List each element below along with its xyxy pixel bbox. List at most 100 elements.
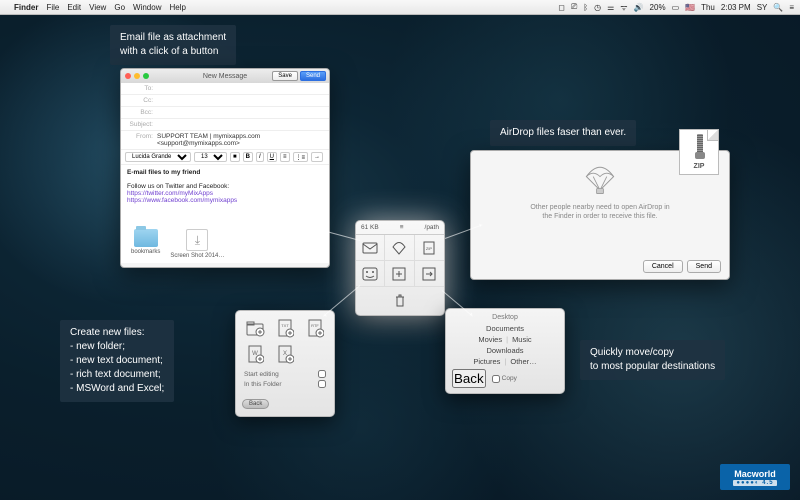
facebook-link[interactable]: https://www.facebook.com/mymixapps: [127, 197, 237, 204]
menu-go[interactable]: Go: [114, 3, 125, 12]
dest-title: Desktop: [452, 314, 558, 321]
new-rtf-icon[interactable]: RTF: [302, 317, 328, 339]
cc-field[interactable]: [157, 97, 325, 104]
document-icon: ⤓: [186, 229, 208, 251]
wifi-icon[interactable]: ⚌: [607, 3, 614, 12]
macworld-badge: Macworld ●●●●◐ 4.5: [720, 464, 790, 490]
menu-window[interactable]: Window: [133, 3, 161, 12]
airdrop-window: ZIP Other people nearby need to open Air…: [470, 150, 730, 280]
format-toolbar: Lucida Grande 13 ■ B I U ≡ ⋮≡ →: [121, 150, 329, 165]
clock-time: 2:03 PM: [721, 3, 751, 12]
finder-action[interactable]: [356, 261, 385, 287]
to-field[interactable]: [157, 85, 325, 92]
spotlight-icon[interactable]: 🔍: [773, 3, 783, 12]
menu-file[interactable]: File: [46, 3, 59, 12]
back-button[interactable]: Back: [452, 369, 486, 388]
cc-label: Cc:: [125, 97, 153, 104]
new-word-icon[interactable]: W: [242, 343, 268, 365]
size-select[interactable]: 13: [194, 152, 227, 162]
airdrop-parachute-icon: [583, 163, 617, 197]
in-folder-checkbox[interactable]: [318, 380, 326, 388]
cancel-button[interactable]: Cancel: [643, 260, 683, 273]
file-size: 61 KB: [361, 224, 379, 231]
font-select[interactable]: Lucida Grande: [125, 152, 191, 162]
email-action[interactable]: [356, 235, 385, 261]
indent-button[interactable]: →: [311, 152, 323, 162]
action-hub-panel: 61 KB ≡ /path ZIP: [355, 220, 445, 316]
italic-button[interactable]: I: [256, 152, 264, 162]
menu-edit[interactable]: Edit: [67, 3, 81, 12]
user-name[interactable]: SY: [757, 3, 768, 12]
new-files-panel: TXT RTF W X Start editing In this Folder…: [235, 310, 335, 417]
badge-name: Macworld: [734, 469, 776, 479]
copy-checkbox[interactable]: [492, 375, 500, 383]
clock-day: Thu: [701, 3, 715, 12]
badge-rating: ●●●●◐ 4.5: [733, 480, 776, 486]
volume-icon[interactable]: 🔊: [634, 3, 644, 12]
clock-icon[interactable]: ◷: [594, 3, 601, 12]
bcc-label: Bcc:: [125, 109, 153, 116]
save-button[interactable]: Save: [272, 71, 298, 81]
mail-body[interactable]: E-mail files to my friend Follow us on T…: [121, 165, 329, 225]
dest-documents[interactable]: Documents: [486, 324, 524, 333]
callout-move: Quickly move/copyto most popular destina…: [580, 340, 725, 380]
color-button[interactable]: ■: [230, 152, 240, 162]
send-button[interactable]: Send: [687, 260, 721, 273]
underline-button[interactable]: U: [267, 152, 277, 162]
battery-icon[interactable]: ▭: [672, 3, 680, 12]
svg-text:TXT: TXT: [281, 323, 289, 328]
file-path: /path: [425, 224, 439, 231]
from-field[interactable]: SUPPORT TEAM | mymixapps.com <support@my…: [157, 133, 325, 147]
body-heading: E-mail files to my friend: [127, 169, 200, 176]
battery-pct: 20%: [650, 3, 666, 12]
svg-text:X: X: [283, 351, 287, 357]
attachment-bookmarks[interactable]: bookmarks: [131, 229, 160, 259]
list-button[interactable]: ⋮≡: [293, 152, 309, 162]
send-button[interactable]: Send: [300, 71, 326, 81]
menu-help[interactable]: Help: [169, 3, 185, 12]
start-editing-label: Start editing: [244, 371, 279, 378]
align-button[interactable]: ≡: [280, 152, 290, 162]
status-icon[interactable]: ⎚: [571, 2, 577, 12]
zip-action[interactable]: ZIP: [415, 235, 444, 261]
move-action[interactable]: [415, 261, 444, 287]
new-folder-icon[interactable]: [242, 317, 268, 339]
bold-button[interactable]: B: [243, 152, 253, 162]
to-label: To:: [125, 85, 153, 92]
body-text: Follow us on Twitter and Facebook:: [127, 183, 229, 190]
flag-icon[interactable]: 🇺🇸: [685, 3, 695, 12]
mail-compose-window: New Message Save Send To: Cc: Bcc: Subje…: [120, 68, 330, 268]
dest-music[interactable]: Music: [512, 335, 532, 344]
folder-icon: [134, 229, 158, 247]
wifi-icon[interactable]: ᯤ: [620, 2, 627, 13]
svg-text:RTF: RTF: [311, 323, 319, 328]
trash-action[interactable]: [386, 290, 414, 312]
menu-icon[interactable]: ≡: [400, 224, 404, 231]
dest-pictures[interactable]: Pictures: [473, 357, 500, 366]
dest-downloads[interactable]: Downloads: [486, 346, 523, 355]
menu-view[interactable]: View: [89, 3, 106, 12]
dest-movies[interactable]: Movies: [478, 335, 502, 344]
airdrop-action[interactable]: [385, 235, 414, 261]
attachment-label: Screen Shot 2014…: [170, 253, 224, 259]
list-icon[interactable]: ≡: [789, 3, 794, 12]
status-icon[interactable]: ◻: [558, 3, 565, 12]
subject-field[interactable]: [157, 121, 325, 128]
new-txt-icon[interactable]: TXT: [272, 317, 298, 339]
bluetooth-icon[interactable]: ᛒ: [583, 3, 588, 12]
app-menu[interactable]: Finder: [14, 3, 38, 12]
back-button[interactable]: Back: [242, 399, 269, 409]
airdrop-message: Other people nearby need to open AirDrop…: [530, 203, 669, 221]
in-folder-label: In this Folder: [244, 381, 282, 388]
new-action[interactable]: [385, 261, 414, 287]
twitter-link[interactable]: https://twitter.com/myMixApps: [127, 190, 213, 197]
dest-other[interactable]: Other…: [510, 357, 536, 366]
attachment-label: bookmarks: [131, 249, 160, 255]
callout-email: Email file as attachmentwith a click of …: [110, 25, 236, 65]
copy-label: Copy: [502, 375, 517, 382]
new-excel-icon[interactable]: X: [272, 343, 298, 365]
attachment-screenshot[interactable]: ⤓ Screen Shot 2014…: [170, 229, 224, 259]
start-editing-checkbox[interactable]: [318, 370, 326, 378]
from-label: From:: [125, 133, 153, 147]
bcc-field[interactable]: [157, 109, 325, 116]
